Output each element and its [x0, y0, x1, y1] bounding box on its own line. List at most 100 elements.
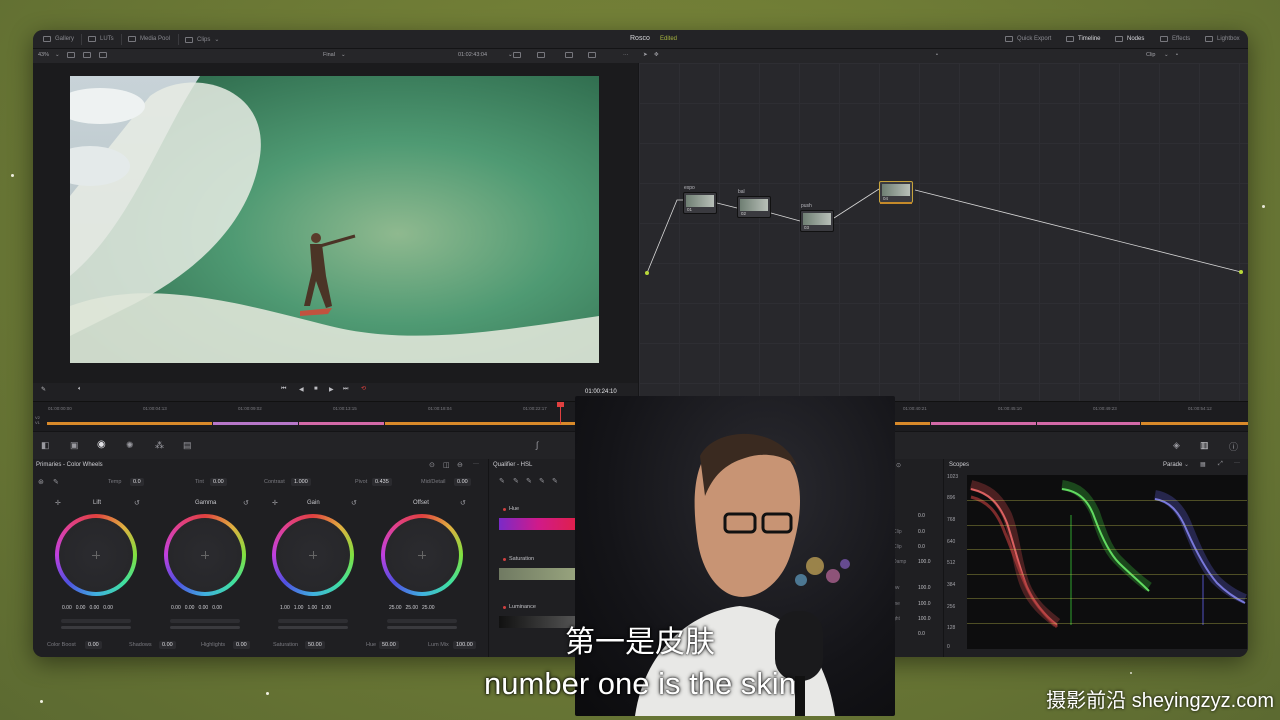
play-icon[interactable]: ▶︎: [329, 386, 334, 393]
lift-wheel[interactable]: [55, 514, 137, 596]
clip-track[interactable]: [385, 422, 575, 425]
clip-track[interactable]: [1141, 422, 1248, 425]
picker-icon[interactable]: ✎: [53, 478, 59, 486]
clip-track[interactable]: [1037, 422, 1140, 425]
crosshair-icon[interactable]: ✛: [55, 499, 61, 507]
temp-field[interactable]: 0.0: [130, 478, 144, 486]
display-icon[interactable]: [537, 52, 545, 58]
lift-r[interactable]: 0.00: [76, 605, 86, 611]
offset-r[interactable]: 25.00: [389, 605, 402, 611]
layout-icon[interactable]: [99, 52, 107, 58]
more-options-icon[interactable]: ···: [1234, 460, 1240, 466]
setting-value[interactable]: 100.0: [918, 585, 931, 591]
offset-g[interactable]: 25.00: [406, 605, 419, 611]
camera-raw-icon[interactable]: ◧: [41, 440, 50, 451]
loop-icon[interactable]: ⟲: [361, 385, 366, 392]
feather-subtract-icon[interactable]: ✎: [552, 477, 558, 485]
info-icon[interactable]: ⓘ: [1229, 440, 1238, 453]
reset-icon[interactable]: ↺: [243, 499, 249, 507]
gamma-b[interactable]: 0.00: [212, 605, 222, 611]
motion-effects-icon[interactable]: ▤: [183, 440, 192, 451]
node-01[interactable]: expo 01: [683, 185, 717, 214]
clip-track[interactable]: [47, 422, 212, 425]
color-match-icon[interactable]: ▣: [70, 440, 79, 451]
gain-b[interactable]: 1.00: [321, 605, 331, 611]
cursor-icon[interactable]: [565, 52, 573, 58]
wheels-mode-icon[interactable]: ⊙: [429, 461, 435, 469]
hdr-icon[interactable]: ✺: [126, 440, 134, 451]
playhead-handle[interactable]: [557, 402, 564, 407]
split-icon[interactable]: [83, 52, 91, 58]
gain-y[interactable]: 1.00: [280, 605, 290, 611]
gain-r[interactable]: 1.00: [294, 605, 304, 611]
color-wheels-icon[interactable]: ◉: [97, 439, 106, 450]
node-02[interactable]: bal 02: [737, 189, 771, 218]
setting-value[interactable]: 0.0: [918, 544, 925, 550]
timeline-toggle[interactable]: Timeline: [1066, 36, 1100, 42]
zoom-icon[interactable]: [588, 52, 596, 58]
node-03[interactable]: push 03: [800, 203, 834, 232]
reset-icon[interactable]: ↺: [351, 499, 357, 507]
pen-icon[interactable]: ✎: [41, 386, 46, 393]
gallery-button[interactable]: Gallery: [43, 36, 74, 42]
setting-value[interactable]: 0.0: [918, 529, 925, 535]
step-back-icon[interactable]: ◀︎: [299, 386, 304, 393]
panel-icon[interactable]: ⊙: [896, 462, 901, 469]
picker-subtract-icon[interactable]: ✎: [526, 477, 532, 485]
keyframes-icon[interactable]: ◈: [1173, 440, 1180, 451]
luminance-enable-dot[interactable]: [503, 606, 506, 609]
offset-wheel[interactable]: [381, 514, 463, 596]
skip-forward-icon[interactable]: ⏭︎: [343, 386, 348, 393]
lightbox-toggle[interactable]: Lightbox: [1205, 36, 1240, 42]
hand-icon[interactable]: ✥: [654, 52, 659, 58]
bars-mode-icon[interactable]: ◫: [443, 461, 450, 469]
tint-field[interactable]: 0.00: [210, 478, 227, 486]
curves-icon[interactable]: ∫: [536, 440, 538, 450]
pivot-field[interactable]: 0.435: [372, 478, 392, 486]
gain-g[interactable]: 1.00: [307, 605, 317, 611]
skip-back-icon[interactable]: ⏮︎: [281, 386, 286, 393]
viewer-mode-icon[interactable]: [67, 52, 75, 58]
middetail-field[interactable]: 0.00: [454, 478, 471, 486]
effects-toggle[interactable]: Effects: [1160, 36, 1190, 42]
wipe-icon[interactable]: [513, 52, 521, 58]
picker-add-icon[interactable]: ✎: [513, 477, 519, 485]
eyedropper-icon[interactable]: ✎: [499, 477, 505, 485]
contrast-field[interactable]: 1.000: [291, 478, 311, 486]
pointer-icon[interactable]: ➤: [643, 52, 648, 58]
setting-value[interactable]: 100.0: [918, 601, 931, 607]
offset-b[interactable]: 25.00: [422, 605, 435, 611]
gamma-wheel[interactable]: [164, 514, 246, 596]
scope-mode-dropdown[interactable]: Parade: [1163, 462, 1182, 468]
stop-icon[interactable]: ■: [314, 386, 318, 392]
clip-track[interactable]: [895, 422, 930, 425]
node-editor[interactable]: expo 01 bal 02 push 03 04: [638, 63, 1248, 401]
reset-icon[interactable]: ↺: [460, 499, 466, 507]
setting-value[interactable]: 100.0: [918, 559, 931, 565]
saturation-enable-dot[interactable]: [503, 558, 506, 561]
reset-icon[interactable]: ⊖: [457, 461, 463, 469]
hue-enable-dot[interactable]: [503, 508, 506, 511]
gamma-y[interactable]: 0.00: [171, 605, 181, 611]
clip-track[interactable]: [299, 422, 384, 425]
node-mode-dropdown[interactable]: Clip: [1146, 52, 1155, 58]
media-pool-button[interactable]: Media Pool: [128, 36, 170, 42]
reset-icon[interactable]: ↺: [134, 499, 140, 507]
node-04[interactable]: 04: [879, 181, 913, 204]
clip-track[interactable]: [213, 422, 298, 425]
surf-video-frame[interactable]: [70, 76, 599, 363]
layout-icon[interactable]: ▦: [1200, 461, 1206, 468]
more-options-icon[interactable]: ···: [473, 461, 479, 467]
nodes-toggle[interactable]: Nodes: [1115, 36, 1144, 42]
gain-wheel[interactable]: [272, 514, 354, 596]
version-dropdown[interactable]: Final: [323, 52, 335, 58]
setting-value[interactable]: 0.0: [918, 513, 925, 519]
lift-b[interactable]: 0.00: [103, 605, 113, 611]
rgb-mixer-icon[interactable]: ⁂: [155, 440, 164, 451]
expand-icon[interactable]: ⤢: [1218, 461, 1223, 468]
quick-export-button[interactable]: Quick Export: [1005, 36, 1051, 42]
auto-balance-icon[interactable]: ⊛: [38, 478, 44, 486]
lift-g[interactable]: 0.00: [89, 605, 99, 611]
feather-add-icon[interactable]: ✎: [539, 477, 545, 485]
gamma-g[interactable]: 0.00: [198, 605, 208, 611]
